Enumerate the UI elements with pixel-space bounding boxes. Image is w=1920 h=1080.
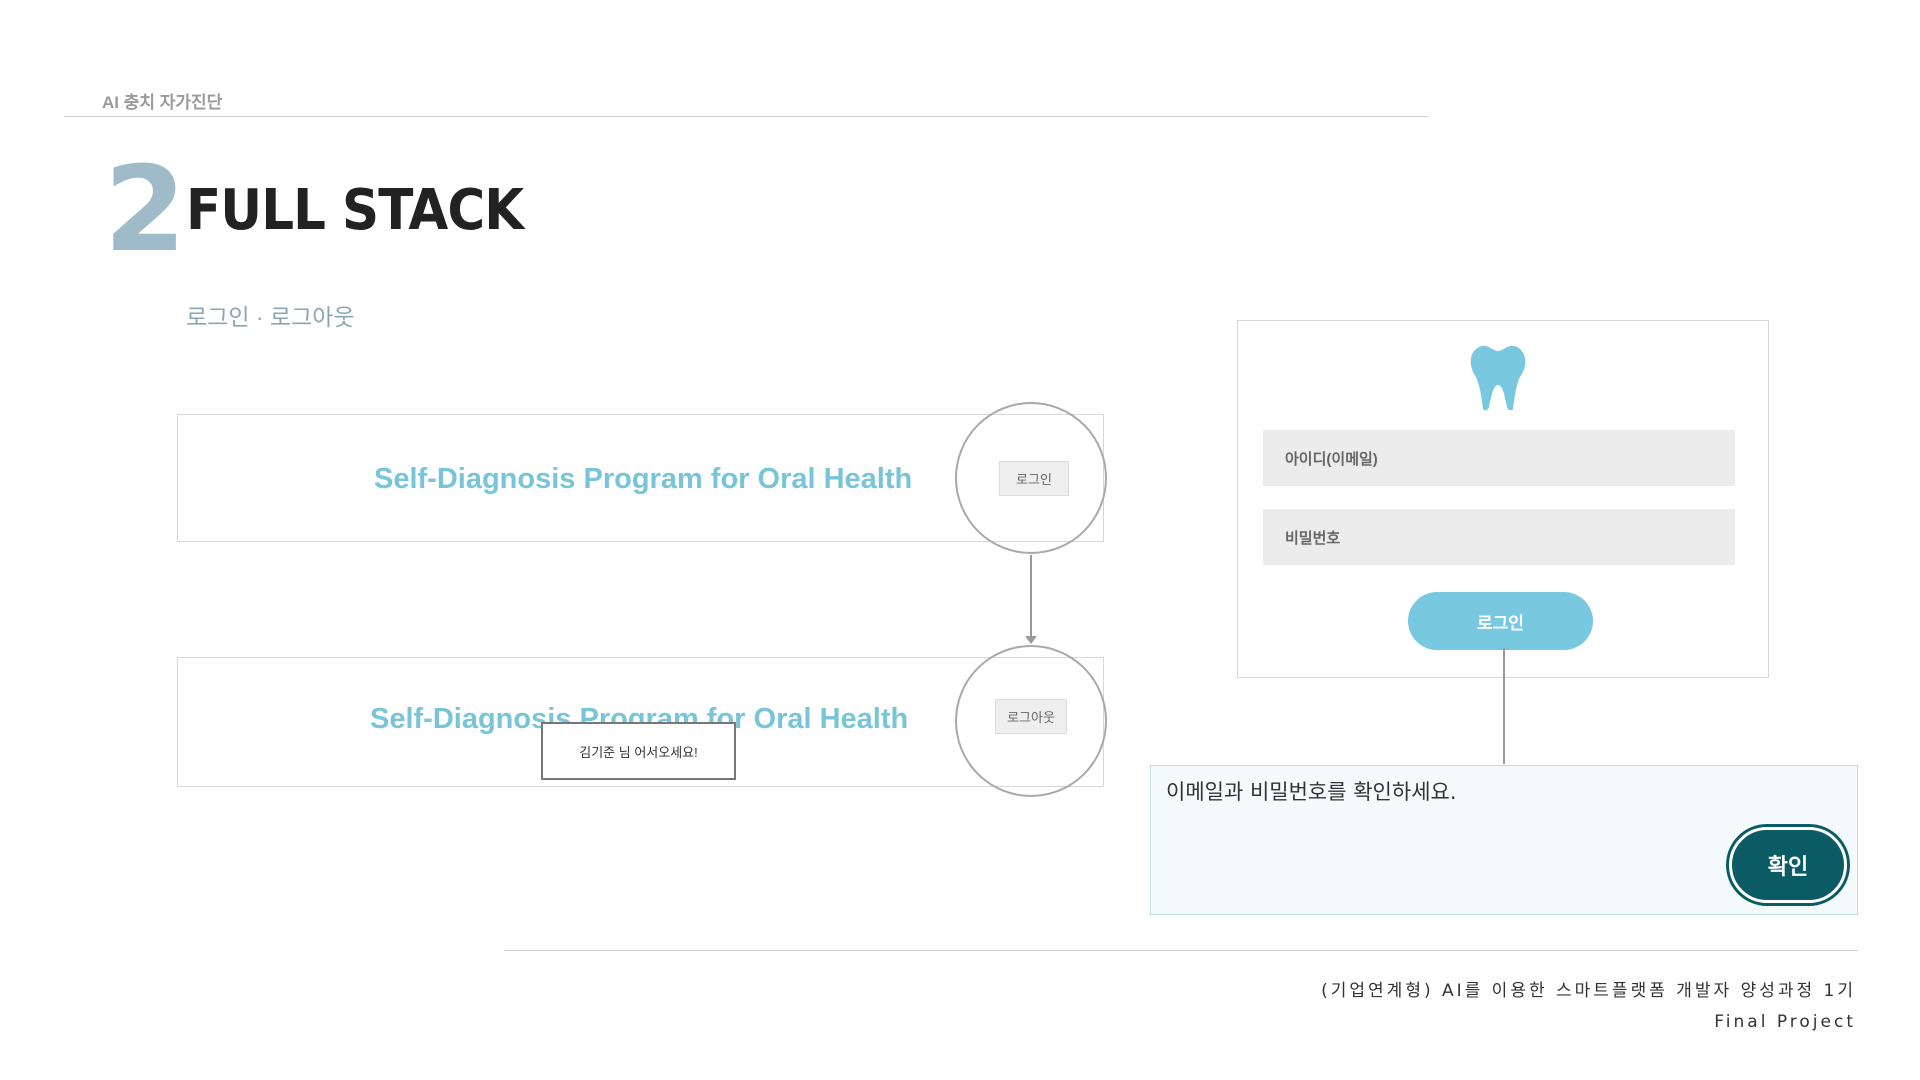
tooth-icon — [1470, 345, 1526, 411]
footer-project-label: Final Project — [1714, 1012, 1856, 1032]
alert-message: 이메일과 비밀번호를 확인하세요. — [1166, 780, 1457, 804]
login-submit-button[interactable]: 로그인 — [1408, 592, 1593, 650]
arrow-down-icon — [1025, 636, 1037, 644]
password-field[interactable]: 비밀번호 — [1263, 509, 1735, 565]
header-divider — [64, 116, 1428, 117]
login-form-card: 아이디(이메일) 비밀번호 로그인 — [1237, 320, 1769, 678]
email-field[interactable]: 아이디(이메일) — [1263, 430, 1735, 486]
flow-connector — [1030, 555, 1032, 641]
highlight-circle-login — [955, 402, 1107, 554]
footer-course-name: (기업연계형) AI를 이용한 스마트플랫폼 개발자 양성과정 1기 — [1321, 981, 1856, 1001]
highlight-circle-logout — [955, 645, 1107, 797]
site-title[interactable]: Self-Diagnosis Program for Oral Health — [374, 463, 912, 496]
confirm-button[interactable]: 확인 — [1729, 827, 1847, 903]
section-number: 2 — [104, 140, 187, 278]
section-title: FULL STACK — [186, 178, 524, 243]
breadcrumb: AI 충치 자가진단 — [102, 93, 223, 112]
alert-dialog: 이메일과 비밀번호를 확인하세요. 확인 — [1150, 765, 1858, 915]
welcome-message: 김기준 님 어서오세요! — [541, 722, 736, 780]
footer-divider — [504, 950, 1858, 951]
form-alert-connector — [1503, 648, 1505, 764]
section-subtitle: 로그인 · 로그아웃 — [186, 304, 355, 330]
